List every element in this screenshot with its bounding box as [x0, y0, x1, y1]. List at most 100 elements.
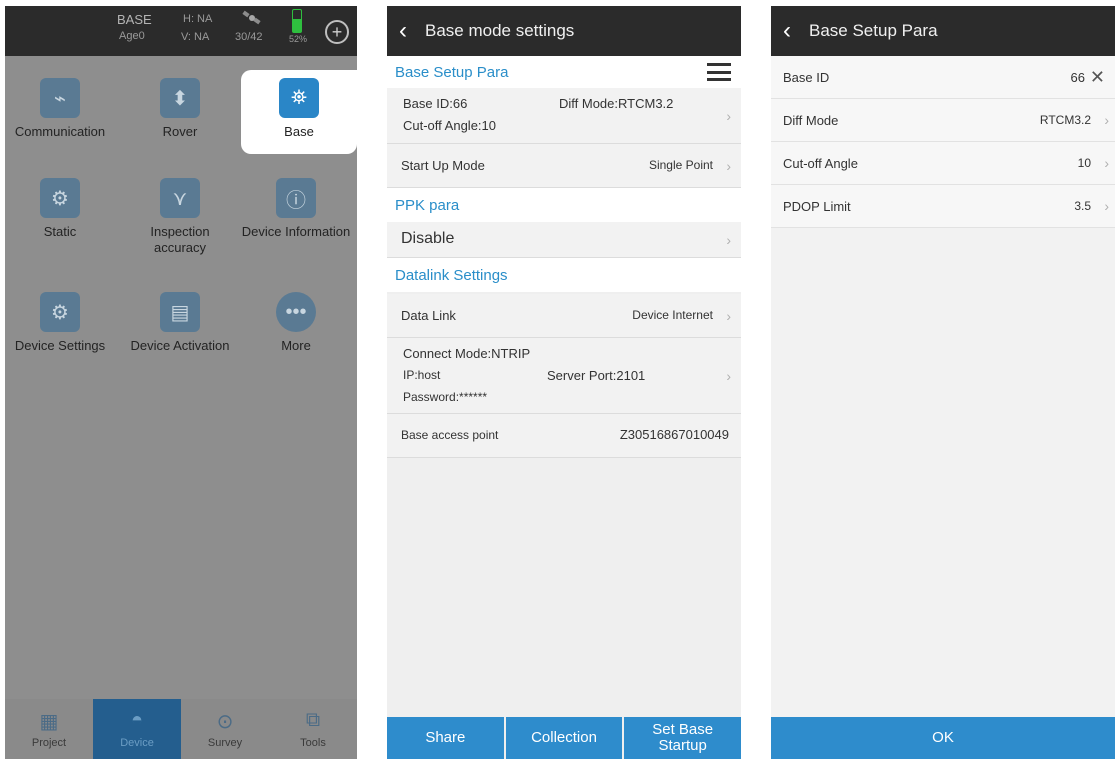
- access-value: Z30516867010049: [619, 427, 729, 442]
- static-icon: ⚙: [40, 178, 80, 218]
- connection-row[interactable]: Connect Mode:NTRIP IP:host Server Port:2…: [387, 338, 741, 414]
- device-screen: BASE Age0 H: NA V: NA 30/42 52% + ⌁ Comm…: [5, 6, 357, 759]
- collection-button[interactable]: Collection: [505, 717, 623, 759]
- chevron-right-icon: ›: [726, 367, 731, 384]
- ppk-value: Disable: [401, 230, 455, 247]
- row-label: PDOP Limit: [783, 198, 851, 214]
- tile-label: Rover: [162, 124, 198, 139]
- base-setup-para-screen: ‹ Base Setup Para Base ID 66 ✕ Diff Mode…: [771, 6, 1115, 759]
- page-title: Base mode settings: [425, 21, 575, 40]
- row-label: Cut-off Angle: [783, 155, 858, 171]
- connect-mode-text: Connect Mode:NTRIP: [403, 346, 531, 361]
- diff-mode-row[interactable]: Diff Mode RTCM3.2 ›: [771, 99, 1115, 142]
- tab-survey[interactable]: ⊙ Survey: [181, 699, 269, 759]
- function-grid: ⌁ Communication ⬍ Rover ⛯ Base ⚙ Static …: [5, 56, 357, 688]
- startup-label-line2: Startup: [658, 737, 707, 754]
- section-ppk: PPK para: [387, 188, 741, 222]
- tools-icon: ⧉: [305, 709, 321, 731]
- section-title: Base Setup Para: [395, 63, 509, 81]
- tile-rover[interactable]: ⬍ Rover: [125, 70, 235, 154]
- communication-icon: ⌁: [40, 78, 80, 118]
- h-precision: H: NA: [183, 13, 213, 25]
- tab-label: Survey: [207, 737, 243, 749]
- tile-label: Static: [43, 224, 77, 239]
- tile-inspection[interactable]: ⋎ Inspection accuracy: [125, 170, 235, 255]
- back-arrow-icon[interactable]: ‹: [399, 17, 407, 45]
- section-datalink: Datalink Settings: [387, 258, 741, 292]
- clear-icon[interactable]: ✕: [1090, 67, 1105, 88]
- tile-static[interactable]: ⚙ Static: [5, 170, 115, 254]
- tab-label: Project: [31, 737, 67, 749]
- tab-label: Device: [120, 737, 154, 749]
- base-id-input[interactable]: 66: [1071, 70, 1085, 85]
- info-icon: ⓘ: [276, 178, 316, 218]
- section-base-setup: Base Setup Para: [387, 56, 741, 88]
- ppk-row[interactable]: Disable ›: [387, 222, 741, 258]
- battery-level: 52%: [289, 34, 308, 44]
- more-icon: •••: [276, 292, 316, 332]
- header: ‹ Base Setup Para: [771, 6, 1115, 56]
- tile-communication[interactable]: ⌁ Communication: [5, 70, 115, 154]
- tile-label: Communication: [14, 124, 106, 139]
- collection-label: Collection: [531, 729, 597, 746]
- device-icon: ◓: [130, 709, 144, 731]
- status-bar: BASE Age0 H: NA V: NA 30/42 52% +: [5, 6, 357, 56]
- row-value: 10: [1077, 156, 1091, 170]
- set-base-startup-button[interactable]: Set Base Startup: [624, 717, 741, 759]
- base-mode-settings-screen: ‹ Base mode settings Base Setup Para Bas…: [387, 6, 741, 759]
- device-settings-icon: ⚙: [40, 292, 80, 332]
- activation-icon: ▤: [160, 292, 200, 332]
- startup-label-line1: Set Base: [652, 721, 714, 738]
- ok-button[interactable]: OK: [771, 717, 1115, 759]
- plus-circle-icon[interactable]: +: [325, 20, 349, 44]
- tile-label: Base: [284, 124, 314, 139]
- tab-project[interactable]: ▦ Project: [5, 699, 93, 759]
- pdop-limit-row[interactable]: PDOP Limit 3.5 ›: [771, 185, 1115, 228]
- rover-icon: ⬍: [160, 78, 200, 118]
- base-id-row[interactable]: Base ID 66 ✕: [771, 56, 1115, 99]
- tile-more[interactable]: ••• More: [241, 284, 351, 368]
- datalink-value: Device Internet: [632, 308, 713, 322]
- chevron-right-icon: ›: [726, 307, 731, 324]
- cutoff-text: Cut-off Angle:10: [403, 118, 496, 133]
- startup-value: Single Point: [648, 158, 713, 172]
- chevron-right-icon: ›: [1104, 155, 1109, 171]
- datalink-row[interactable]: Data Link Device Internet ›: [387, 294, 741, 338]
- v-precision: V: NA: [181, 31, 210, 43]
- mode-label: BASE: [117, 12, 152, 27]
- base-icon: ⛯: [279, 78, 319, 118]
- tile-base[interactable]: ⛯ Base: [241, 70, 357, 154]
- startup-mode-row[interactable]: Start Up Mode Single Point ›: [387, 144, 741, 188]
- ok-label: OK: [932, 729, 954, 746]
- tab-device[interactable]: ◓ Device: [93, 699, 181, 759]
- share-label: Share: [425, 729, 466, 746]
- ip-text: IP:host: [403, 368, 441, 382]
- tile-device-activation[interactable]: ▤ Device Activation: [125, 284, 235, 368]
- tile-label: More: [281, 338, 311, 353]
- age-label: Age0: [119, 30, 145, 42]
- access-label: Base access point: [401, 428, 499, 442]
- satellite-count: 30/42: [235, 31, 263, 43]
- share-button[interactable]: Share: [387, 717, 504, 759]
- base-setup-row[interactable]: Base ID:66 Diff Mode:RTCM3.2 Cut-off Ang…: [387, 88, 741, 144]
- tile-device-information[interactable]: ⓘ Device Information: [241, 170, 351, 254]
- tab-label: Tools: [300, 737, 326, 749]
- chevron-right-icon: ›: [726, 231, 731, 248]
- tile-device-settings[interactable]: ⚙ Device Settings: [5, 284, 115, 368]
- access-point-row[interactable]: Base access point Z30516867010049: [387, 414, 741, 458]
- section-title: PPK para: [395, 196, 460, 214]
- tile-label: Device Settings: [14, 338, 106, 353]
- tab-tools[interactable]: ⧉ Tools: [269, 699, 357, 759]
- list-icon[interactable]: [707, 63, 731, 81]
- battery-icon: [292, 9, 302, 33]
- row-label: Diff Mode: [783, 112, 839, 128]
- chevron-right-icon: ›: [1104, 198, 1109, 214]
- satellite-icon: [242, 10, 261, 25]
- ok-bar: OK: [771, 717, 1115, 759]
- page-title: Base Setup Para: [809, 21, 938, 40]
- datalink-label: Data Link: [401, 308, 456, 323]
- back-arrow-icon[interactable]: ‹: [783, 17, 791, 45]
- cutoff-angle-row[interactable]: Cut-off Angle 10 ›: [771, 142, 1115, 185]
- row-value: RTCM3.2: [1039, 113, 1091, 127]
- chevron-right-icon: ›: [726, 107, 731, 124]
